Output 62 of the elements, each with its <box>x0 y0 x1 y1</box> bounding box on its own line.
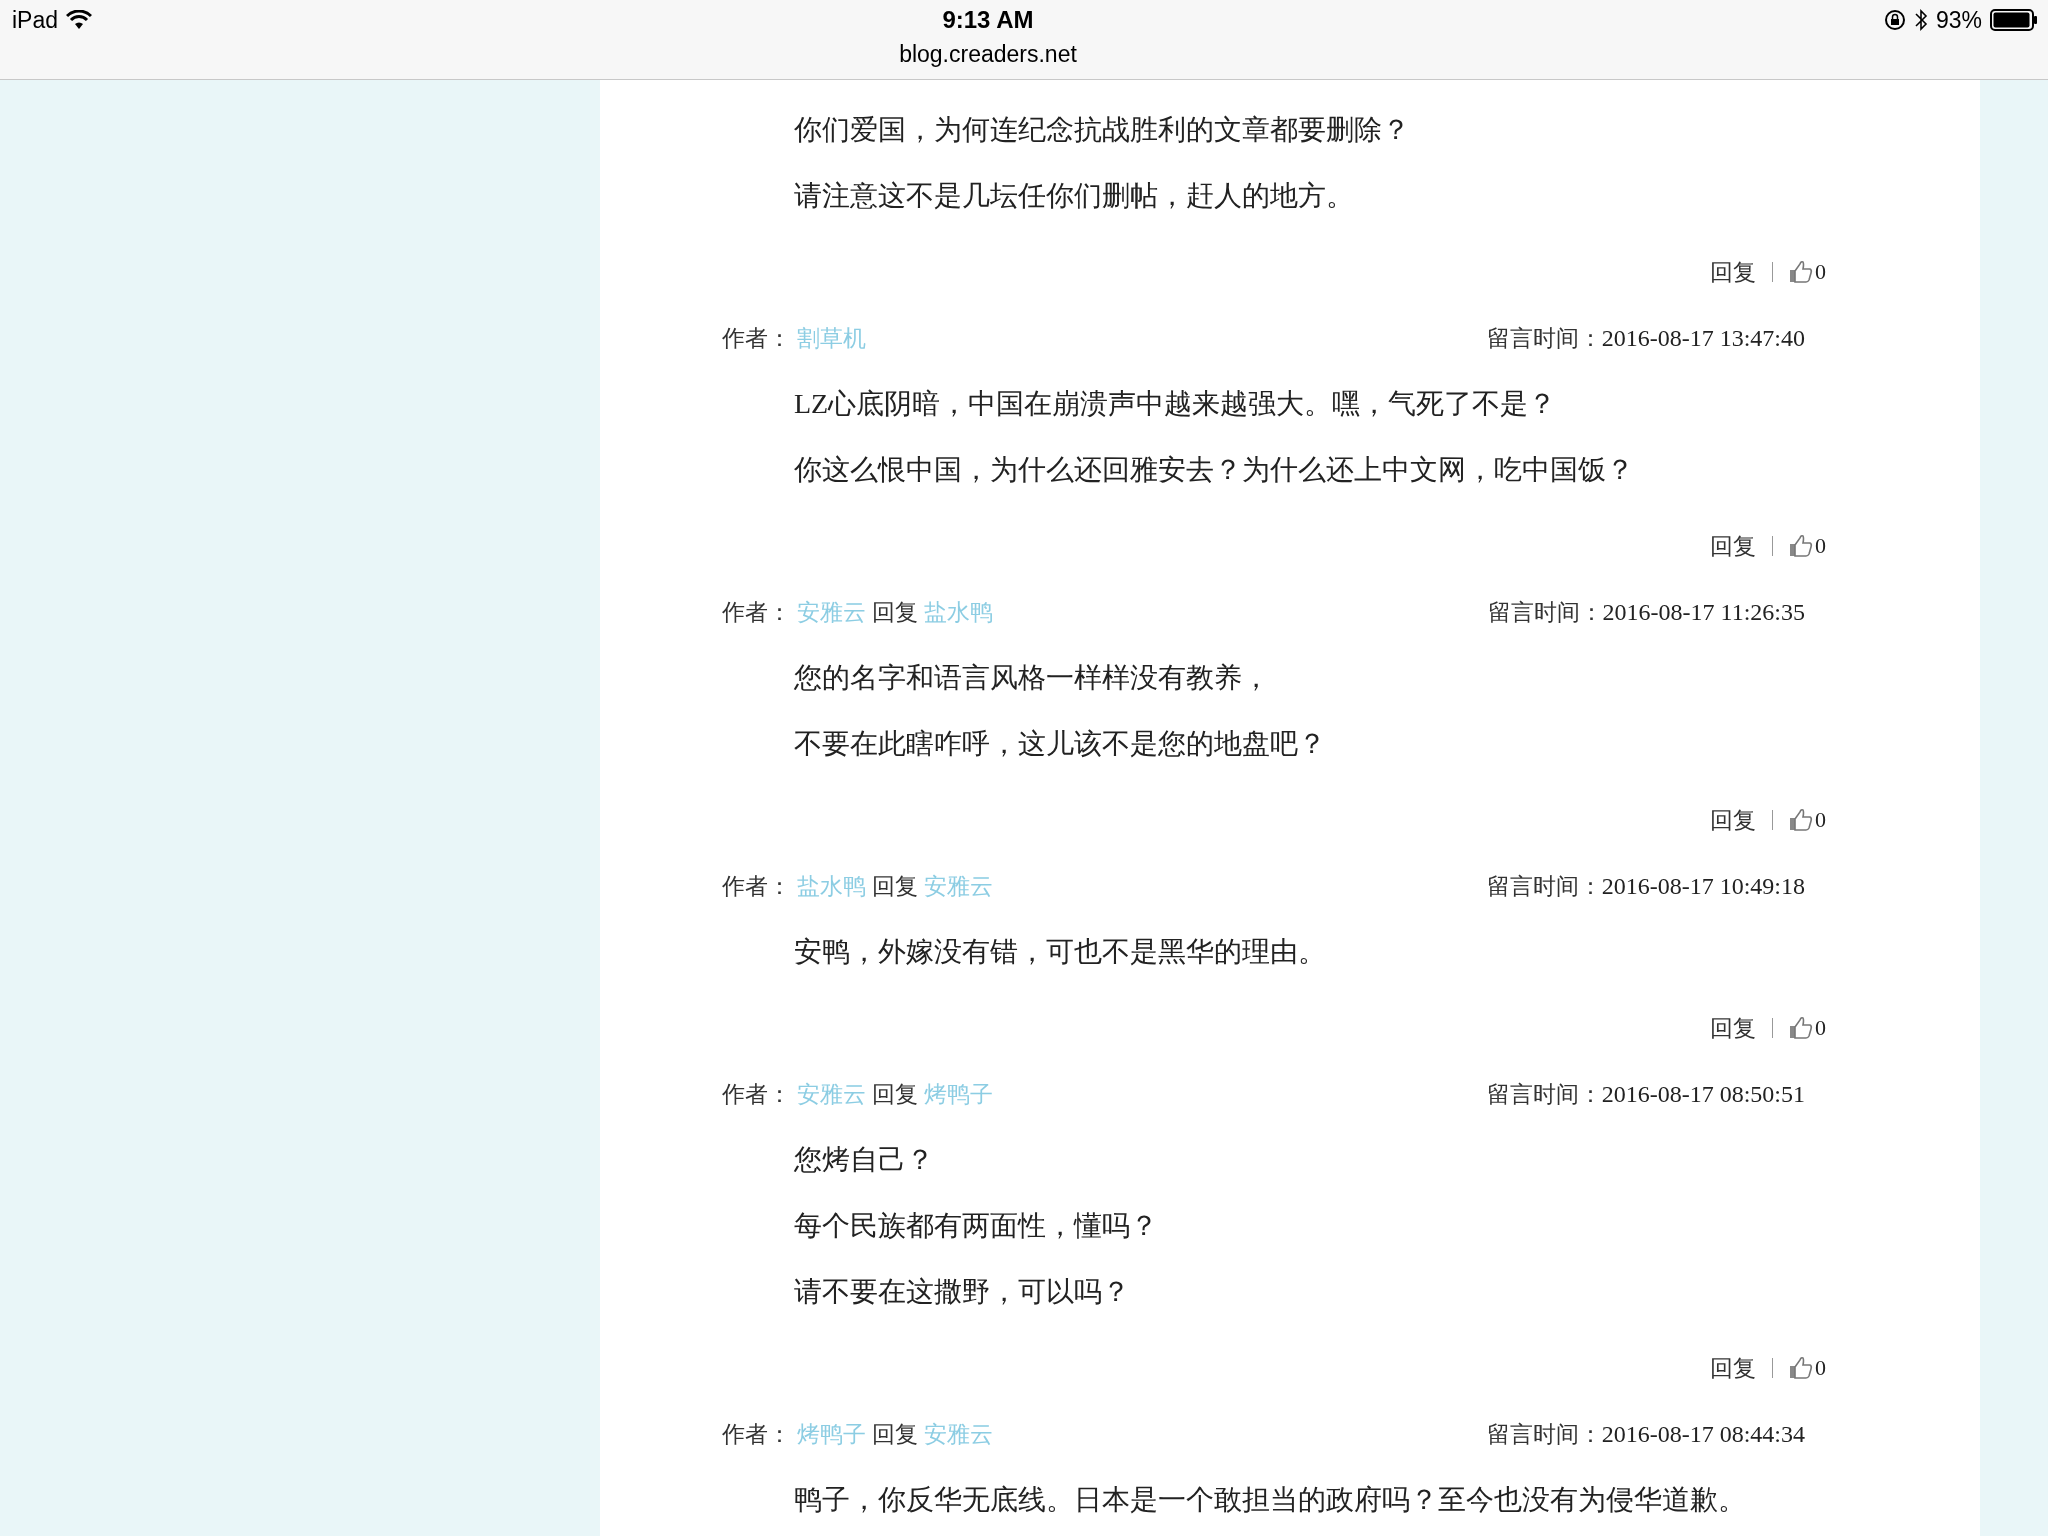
time-label: 留言时间： <box>1487 597 1603 627</box>
reply-button[interactable]: 回复 <box>1710 1012 1756 1044</box>
comment-text: 每个民族都有两面性，懂吗？ <box>794 1210 1158 1241</box>
like-count: 0 <box>1815 259 1826 285</box>
reply-to-label: 回复 <box>872 597 918 627</box>
thumbs-up-icon[interactable] <box>1789 534 1813 558</box>
comment-text: 不要在此瞎咋呼，这儿该不是您的地盘吧？ <box>794 728 1326 759</box>
wifi-icon <box>66 10 93 30</box>
clock-time: 9:13 AM <box>942 5 1034 35</box>
comment-text: 您的名字和语言风格一样样没有教养， <box>794 662 1270 693</box>
time-label: 留言时间： <box>1486 1079 1602 1109</box>
comment-text: 你们爱国，为何连纪念抗战胜利的文章都要删除？ <box>794 114 1410 145</box>
reply-to-label: 回复 <box>872 1079 918 1109</box>
comment-time: 2016-08-17 10:49:18 <box>1601 872 1805 900</box>
comment-text: 您烤自己？ <box>794 1144 934 1175</box>
comment-text: 安鸭，外嫁没有错，可也不是黑华的理由。 <box>794 936 1326 967</box>
comment-text: 你这么恨中国，为什么还回雅安去？为什么还上中文网，吃中国饭？ <box>794 454 1634 485</box>
author-label: 作者： <box>722 597 791 627</box>
author-link[interactable]: 安雅云 <box>924 870 993 902</box>
reply-button[interactable]: 回复 <box>1710 1352 1756 1384</box>
author-label: 作者： <box>722 871 791 901</box>
bluetooth-icon <box>1913 8 1928 32</box>
author-label: 作者： <box>722 1419 791 1449</box>
like-count: 0 <box>1815 1355 1826 1381</box>
author-link[interactable]: 割草机 <box>797 322 866 354</box>
rotation-lock-icon <box>1883 9 1906 31</box>
author-link[interactable]: 安雅云 <box>924 1418 993 1450</box>
like-count: 0 <box>1815 1015 1826 1041</box>
comment-time: 2016-08-17 08:50:51 <box>1601 1080 1805 1108</box>
author-link[interactable]: 安雅云 <box>797 1078 866 1110</box>
author-link[interactable]: 盐水鸭 <box>797 870 866 902</box>
author-link[interactable]: 烤鸭子 <box>924 1078 993 1110</box>
url-address[interactable]: blog.creaders.net <box>899 36 1077 72</box>
thumbs-up-icon[interactable] <box>1789 1356 1813 1380</box>
device-name: iPad <box>12 6 59 34</box>
author-link[interactable]: 安雅云 <box>797 596 866 628</box>
comment-text: 请不要在这撒野，可以吗？ <box>794 1276 1130 1307</box>
like-count: 0 <box>1815 807 1826 833</box>
time-label: 留言时间： <box>1486 323 1602 353</box>
comment-time: 2016-08-17 08:44:34 <box>1601 1420 1805 1448</box>
author-link[interactable]: 盐水鸭 <box>924 596 993 628</box>
like-count: 0 <box>1815 533 1826 559</box>
author-label: 作者： <box>722 1079 791 1109</box>
comment-time: 2016-08-17 11:26:35 <box>1602 598 1805 626</box>
comment-text: 鸭子，你反华无底线。日本是一个敢担当的政府吗？至今也没有为侵华道歉。 <box>794 1484 1746 1515</box>
author-label: 作者： <box>722 323 791 353</box>
time-label: 留言时间： <box>1486 1419 1602 1449</box>
reply-button[interactable]: 回复 <box>1710 256 1756 288</box>
reply-button[interactable]: 回复 <box>1710 530 1756 562</box>
thumbs-up-icon[interactable] <box>1789 260 1813 284</box>
battery-icon <box>1990 9 2038 31</box>
reply-button[interactable]: 回复 <box>1710 804 1756 836</box>
reply-to-label: 回复 <box>872 1419 918 1449</box>
time-label: 留言时间： <box>1486 871 1602 901</box>
comment-time: 2016-08-17 13:47:40 <box>1601 324 1805 352</box>
thumbs-up-icon[interactable] <box>1789 1016 1813 1040</box>
comment-text: LZ心底阴暗，中国在崩溃声中越来越强大。嘿，气死了不是？ <box>794 388 1557 419</box>
reply-to-label: 回复 <box>872 871 918 901</box>
battery-percent: 93% <box>1935 6 1982 34</box>
comment-text: 请注意这不是几坛任你们删帖，赶人的地方。 <box>794 180 1354 211</box>
thumbs-up-icon[interactable] <box>1789 808 1813 832</box>
author-link[interactable]: 烤鸭子 <box>797 1418 866 1450</box>
